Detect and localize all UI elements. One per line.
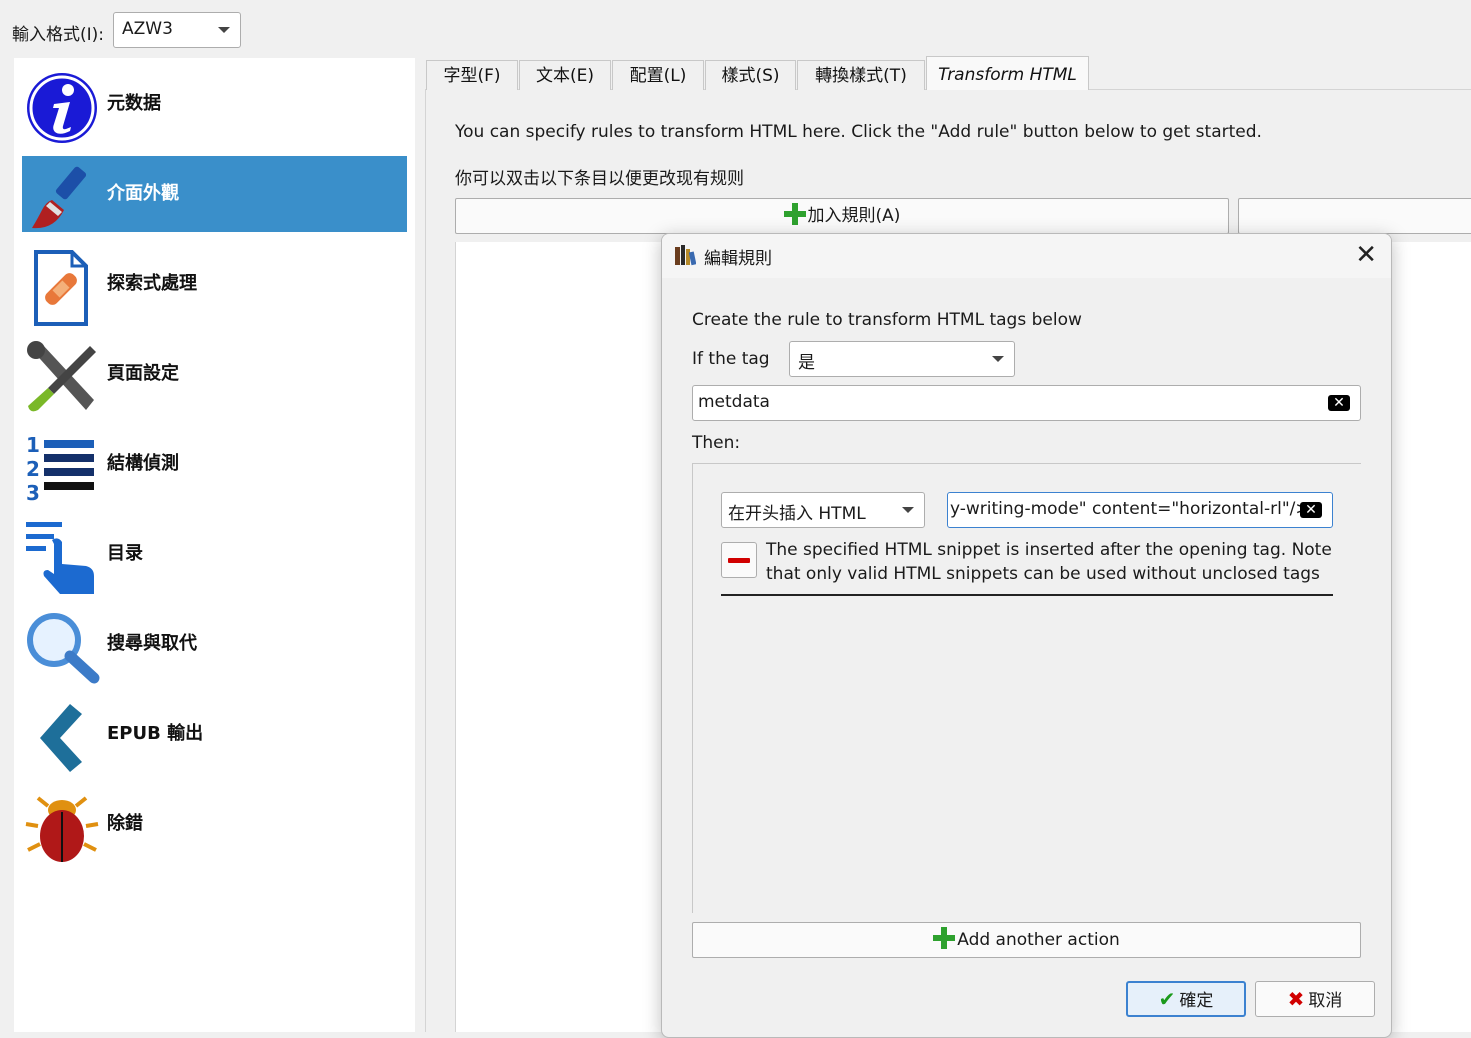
paintbrush-icon — [32, 166, 87, 229]
numbered-list-icon: 1 2 3 — [26, 433, 94, 505]
toc-pointer-icon — [26, 522, 94, 594]
action-type-select[interactable]: 在开头插入 HTML — [721, 492, 925, 528]
bandaid-document-icon — [34, 250, 88, 326]
action-separator — [721, 594, 1333, 596]
sidebar-item-label: 頁面設定 — [107, 363, 179, 384]
chevron-left-icon — [40, 704, 82, 772]
add-action-label: Add another action — [957, 930, 1120, 950]
sidebar-item-label: EPUB 輸出 — [107, 723, 204, 744]
clear-input-icon[interactable]: ✕ — [1328, 395, 1350, 411]
sidebar-item-label: 介面外觀 — [107, 183, 179, 204]
sidebar-item-metadata[interactable]: 元数据 — [22, 66, 407, 143]
secondary-panel-button[interactable] — [1238, 198, 1471, 234]
close-icon[interactable]: ✕ — [1355, 240, 1377, 270]
info-icon — [27, 73, 97, 143]
plus-icon — [783, 203, 806, 225]
sidebar-item-search-replace[interactable]: 搜尋與取代 — [22, 606, 407, 684]
action-html-input[interactable]: y-writing-mode" content="horizontal-rl"/… — [947, 492, 1333, 528]
chevron-down-icon — [902, 507, 914, 513]
x-icon: ✖ — [1287, 987, 1305, 1011]
sidebar-item-label: 目录 — [107, 543, 143, 564]
tab-transform-html[interactable]: Transform HTML — [926, 56, 1089, 90]
cancel-button[interactable]: ✖ 取消 — [1255, 981, 1375, 1017]
tab-text[interactable]: 文本(E) — [519, 60, 611, 90]
sidebar-item-label: 搜尋與取代 — [107, 633, 197, 654]
cancel-label: 取消 — [1308, 991, 1343, 1011]
svg-text:2: 2 — [26, 457, 40, 481]
search-icon — [27, 613, 100, 684]
ok-label: 確定 — [1179, 991, 1214, 1011]
tag-match-value: 是 — [798, 353, 815, 373]
svg-text:1: 1 — [26, 433, 40, 457]
add-rule-label: 加入規則(A) — [807, 206, 901, 226]
checkmark-icon: ✔ — [1158, 987, 1176, 1011]
plus-icon — [933, 927, 956, 949]
if-tag-label: If the tag — [692, 349, 770, 369]
actions-container — [692, 463, 1361, 913]
tab-styling[interactable]: 樣式(S) — [705, 60, 796, 90]
panel-hint-text: 你可以双击以下条目以便更改现有规则 — [455, 169, 744, 189]
tag-match-select[interactable]: 是 — [789, 341, 1015, 377]
tools-icon — [27, 341, 96, 412]
panel-intro-text: You can specify rules to transform HTML … — [455, 122, 1262, 142]
action-html-value: y-writing-mode" content="horizontal-rl"/… — [950, 499, 1310, 519]
dialog-title: 編輯規則 — [704, 249, 772, 269]
tab-transform-styles[interactable]: 轉換樣式(T) — [797, 60, 925, 90]
sidebar-item-page-setup[interactable]: 頁面設定 — [22, 336, 407, 412]
then-label: Then: — [692, 433, 741, 453]
action-type-value: 在开头插入 HTML — [728, 504, 866, 524]
sidebar-item-structure-detection[interactable]: 1 2 3 結構偵測 — [22, 426, 407, 505]
chevron-down-icon — [218, 27, 230, 33]
tab-font[interactable]: 字型(F) — [426, 60, 518, 90]
sidebar-item-label: 探索式處理 — [107, 273, 197, 294]
sidebar-item-label: 元数据 — [107, 93, 161, 114]
ok-button[interactable]: ✔ 確定 — [1126, 981, 1246, 1017]
sidebar-item-toc[interactable]: 目录 — [22, 516, 407, 594]
input-format-label: 輸入格式(I): — [12, 25, 105, 45]
sidebar-item-look-and-feel[interactable]: 介面外觀 — [22, 156, 407, 232]
add-another-action-button[interactable]: Add another action — [692, 922, 1361, 958]
calibre-books-icon — [675, 245, 696, 266]
svg-text:3: 3 — [26, 481, 40, 505]
tag-name-value: metdata — [698, 392, 770, 412]
input-format-select[interactable]: AZW3 — [113, 12, 241, 48]
sidebar-item-label: 結構偵測 — [107, 453, 179, 474]
sidebar-item-epub-output[interactable]: EPUB 輸出 — [22, 696, 407, 772]
dialog-titlebar: 編輯規則 ✕ — [662, 234, 1391, 278]
sidebar-item-label: 除錯 — [107, 813, 143, 834]
input-format-value: AZW3 — [122, 19, 173, 39]
minus-icon — [728, 558, 750, 563]
remove-action-button[interactable] — [721, 542, 757, 578]
sidebar: 元数据 介面外觀 探索式處理 頁面設定 1 2 3 結構偵測 目录 搜尋與取代 … — [14, 58, 415, 1032]
action-description: The specified HTML snippet is inserted a… — [766, 540, 1332, 584]
clear-input-icon[interactable]: ✕ — [1300, 502, 1322, 518]
edit-rule-dialog: 編輯規則 ✕ Create the rule to transform HTML… — [661, 233, 1392, 1038]
bug-icon — [25, 796, 99, 862]
add-rule-button[interactable]: 加入規則(A) — [455, 198, 1229, 234]
chevron-down-icon — [992, 356, 1004, 362]
tab-layout[interactable]: 配置(L) — [612, 60, 704, 90]
tag-name-input[interactable]: metdata ✕ — [692, 385, 1361, 421]
create-rule-label: Create the rule to transform HTML tags b… — [692, 310, 1082, 330]
sidebar-item-debug[interactable]: 除錯 — [22, 786, 407, 862]
sidebar-item-heuristics[interactable]: 探索式處理 — [22, 246, 407, 326]
